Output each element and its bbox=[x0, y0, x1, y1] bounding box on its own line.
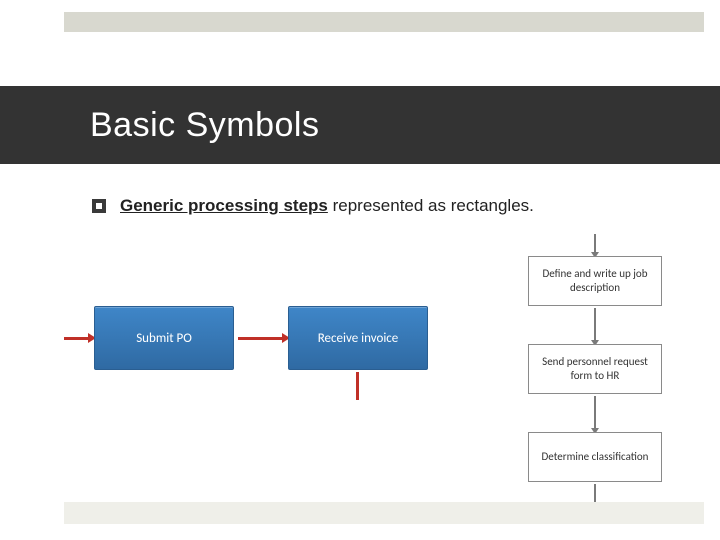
bullet-row: Generic processing steps represented as … bbox=[92, 196, 680, 216]
bullet-rest: represented as rectangles. bbox=[328, 196, 534, 215]
arrow-down-icon bbox=[594, 234, 596, 252]
decorative-bottom-strip bbox=[64, 502, 704, 524]
connector-down-icon bbox=[356, 372, 359, 400]
arrow-right-icon bbox=[64, 337, 88, 340]
process-box-send-hr: Send personnel request form to HR bbox=[528, 344, 662, 394]
bullet-emphasis: Generic processing steps bbox=[120, 196, 328, 215]
bullet-text: Generic processing steps represented as … bbox=[120, 196, 534, 216]
decorative-top-strip bbox=[64, 12, 704, 32]
process-box-define-job: Define and write up job description bbox=[528, 256, 662, 306]
arrow-down-icon bbox=[594, 396, 596, 428]
arrow-right-icon bbox=[238, 337, 282, 340]
grey-flowchart: Define and write up job description Send… bbox=[510, 234, 680, 522]
square-bullet-icon bbox=[92, 199, 106, 213]
process-box-submit-po: Submit PO bbox=[94, 306, 234, 370]
blue-flowchart: Submit PO Receive invoice bbox=[64, 300, 444, 420]
slide-title: Basic Symbols bbox=[90, 106, 319, 145]
process-box-receive-invoice: Receive invoice bbox=[288, 306, 428, 370]
arrow-down-icon bbox=[594, 308, 596, 340]
process-box-determine-classification: Determine classification bbox=[528, 432, 662, 482]
title-band: Basic Symbols bbox=[0, 86, 720, 164]
